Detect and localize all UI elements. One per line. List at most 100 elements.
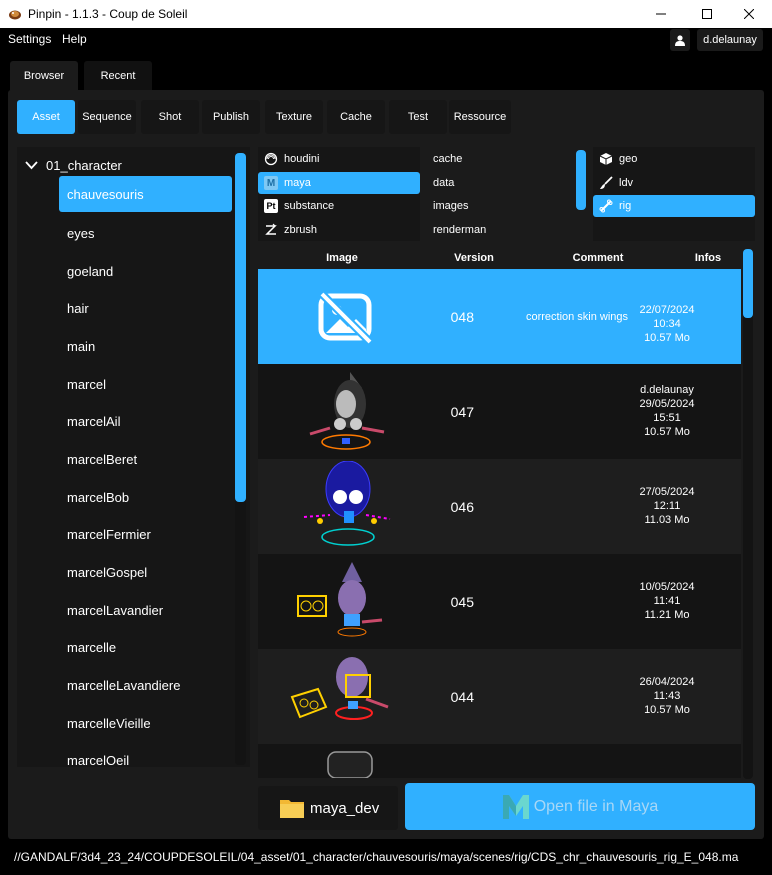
type-tab-sequence[interactable]: Sequence (78, 100, 136, 134)
tree-item[interactable]: marcelBeret (59, 441, 232, 477)
software-item-maya[interactable]: M maya (258, 172, 420, 194)
row-info: 26/04/2024 11:43 10.57 Mo (639, 676, 695, 716)
type-tab-publish[interactable]: Publish (202, 100, 260, 134)
tree-item[interactable]: marcelLavandier (59, 592, 232, 628)
asset-tree: 01_character chauvesouris eyes goeland h… (17, 147, 250, 767)
folder-icon (280, 800, 304, 818)
software-item-zbrush[interactable]: zbrush (258, 219, 420, 241)
table-row[interactable]: 044 26/04/2024 11:43 10.57 Mo (258, 649, 741, 744)
folder-item[interactable]: cache (427, 148, 567, 170)
type-tab-ressource[interactable]: Ressource (449, 100, 511, 134)
window-title: Pinpin - 1.1.3 - Coup de Soleil (28, 7, 188, 21)
folder-item[interactable]: data (427, 172, 567, 194)
rig-thumbnail (297, 562, 383, 637)
folder-item[interactable]: renderman (427, 219, 567, 241)
menu-bar: Settings Help (0, 28, 772, 52)
tree-scrollbar-thumb[interactable] (235, 153, 246, 502)
table-scrollbar-thumb[interactable] (743, 249, 753, 318)
tree-item[interactable]: eyes (59, 215, 232, 251)
row-info: d.delaunay 29/05/2024 15:51 10.57 Mo (639, 384, 695, 438)
task-item-ldv[interactable]: ldv (593, 172, 755, 194)
header-comment[interactable]: Comment (573, 252, 624, 264)
dev-folder-label: maya_dev (310, 799, 380, 817)
tree-item[interactable]: chauvesouris (59, 176, 232, 212)
table-row[interactable]: 046 27/05/2024 12:11 11.03 Mo (258, 459, 741, 554)
tree-item[interactable]: goeland (59, 253, 232, 289)
no-image-icon (318, 291, 373, 345)
tree-item[interactable]: marcelle (59, 629, 232, 665)
close-icon (744, 9, 754, 19)
rig-thumbnail (327, 751, 373, 778)
tree-item[interactable]: marcelGospel (59, 554, 232, 590)
folder-scrollbar-thumb[interactable] (576, 150, 586, 210)
type-tab-shot[interactable]: Shot (141, 100, 199, 134)
software-label: maya (284, 177, 311, 189)
tree-scrollbar[interactable] (235, 153, 246, 765)
header-infos[interactable]: Infos (695, 252, 721, 264)
tree-item[interactable]: main (59, 328, 232, 364)
title-bar: Pinpin - 1.1.3 - Coup de Soleil (0, 0, 772, 28)
bone-icon (599, 199, 613, 213)
software-list: houdini M maya Pt substance zbrush (258, 147, 420, 241)
row-info: 10/05/2024 11:41 11.21 Mo (639, 581, 695, 621)
tree-item[interactable]: marcelleVieille (59, 705, 232, 741)
user-name-button[interactable]: d.delaunay (697, 29, 763, 51)
zbrush-icon (264, 223, 278, 237)
software-item-houdini[interactable]: houdini (258, 148, 420, 170)
task-label: ldv (619, 177, 634, 189)
chevron-down-icon (25, 160, 38, 169)
minimize-button[interactable] (638, 0, 684, 28)
type-tab-asset[interactable]: Asset (17, 100, 75, 134)
folder-item[interactable]: images (427, 195, 567, 217)
table-row[interactable] (258, 744, 741, 778)
type-tab-test[interactable]: Test (389, 100, 447, 134)
table-row[interactable]: 048 correction skin wings 22/07/2024 10:3… (258, 269, 741, 364)
open-in-maya-button[interactable]: Open file in Maya (405, 783, 755, 830)
tree-item[interactable]: marcelBob (59, 479, 232, 515)
software-label: houdini (284, 153, 320, 165)
tree-item[interactable]: marcelOeil (59, 742, 232, 768)
maya-icon: M (264, 176, 278, 190)
header-version[interactable]: Version (454, 252, 494, 264)
tree-item[interactable]: hair (59, 290, 232, 326)
software-item-substance[interactable]: Pt substance (258, 195, 420, 217)
close-button[interactable] (726, 0, 772, 28)
table-row[interactable]: 045 10/05/2024 11:41 11.21 Mo (258, 554, 741, 649)
task-label: rig (619, 200, 632, 212)
menu-settings[interactable]: Settings (8, 32, 51, 46)
substance-icon: Pt (264, 199, 278, 213)
user-button[interactable] (670, 29, 690, 51)
table-row[interactable]: 047 d.delaunay 29/05/2024 15:51 10.57 Mo (258, 364, 741, 459)
software-label: zbrush (284, 224, 318, 236)
file-path: //GANDALF/3d4_23_24/COUPDESOLEIL/04_asse… (14, 850, 739, 864)
header-image[interactable]: Image (326, 252, 358, 264)
tree-item[interactable]: marcelAil (59, 403, 232, 439)
cube-icon (599, 152, 613, 166)
tree-root-label: 01_character (46, 157, 122, 173)
tree-item[interactable]: marcel (59, 366, 232, 402)
maya-logo-icon (502, 794, 529, 819)
dev-folder-button[interactable]: maya_dev (258, 786, 398, 830)
row-info: 27/05/2024 12:11 11.03 Mo (639, 486, 695, 526)
type-tab-texture[interactable]: Texture (265, 100, 323, 134)
type-tab-cache[interactable]: Cache (327, 100, 385, 134)
maximize-button[interactable] (684, 0, 730, 28)
task-list: geo ldv rig (593, 147, 755, 241)
user-icon (675, 34, 685, 46)
pinpin-app: Pinpin - 1.1.3 - Coup de Soleil Settings… (0, 0, 772, 875)
app-logo-icon (9, 10, 21, 20)
task-item-geo[interactable]: geo (593, 148, 755, 170)
task-item-rig[interactable]: rig (593, 195, 755, 217)
tree-item[interactable]: marcelFermier (59, 516, 232, 552)
row-info: 22/07/2024 10:34 10.57 Mo (639, 304, 695, 344)
menu-help[interactable]: Help (62, 32, 87, 46)
folder-scrollbar[interactable] (576, 150, 586, 210)
tab-recent[interactable]: Recent (84, 61, 152, 91)
tab-browser[interactable]: Browser (10, 61, 78, 91)
table-scrollbar[interactable] (743, 249, 753, 779)
row-thumbnail (290, 271, 394, 363)
tree-item[interactable]: marcelleLavandiere (59, 667, 232, 703)
tree-root[interactable]: 01_character (25, 157, 122, 173)
table-header: Image Version Comment Infos (258, 247, 741, 269)
maximize-icon (702, 9, 712, 19)
